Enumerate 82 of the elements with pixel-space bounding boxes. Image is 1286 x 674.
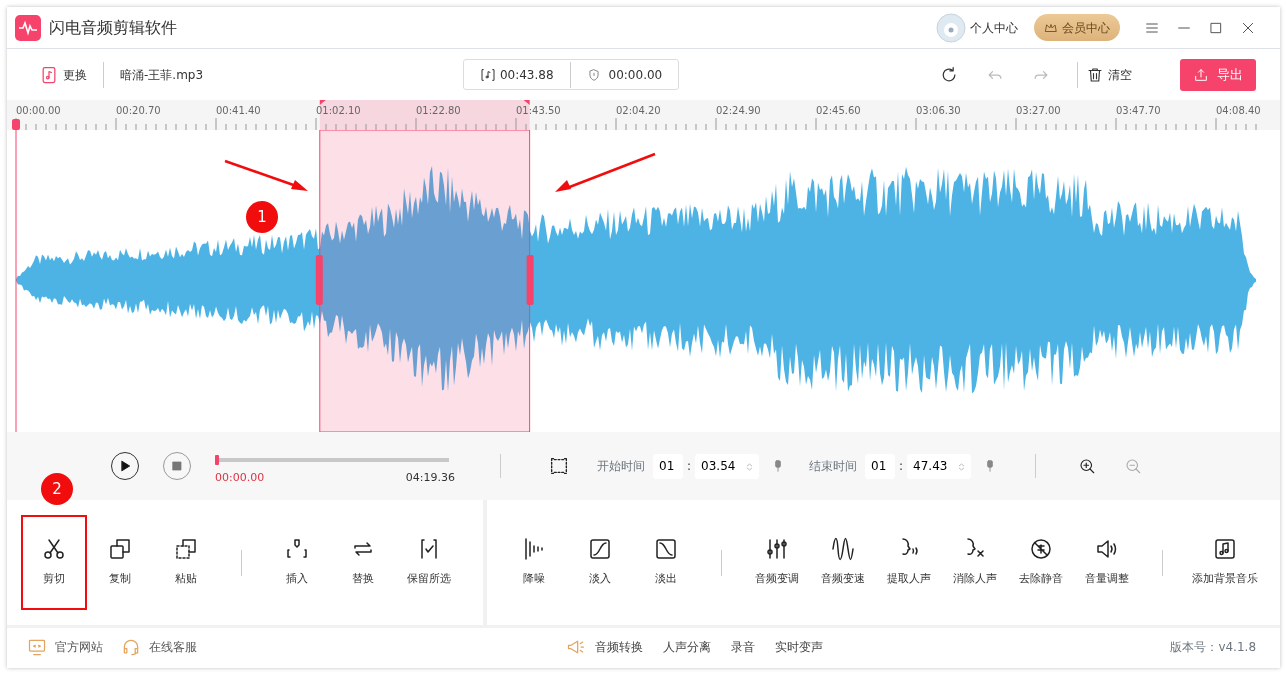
time-label: 03:27.00 <box>1016 105 1061 117</box>
tool-button[interactable]: 粘贴 <box>153 515 219 610</box>
tool-button[interactable]: 淡出 <box>633 515 699 610</box>
time-label: 02:45.60 <box>816 105 861 117</box>
export-button[interactable]: 导出 <box>1180 58 1256 91</box>
zoom-in-icon[interactable] <box>1078 457 1097 475</box>
scissors-icon <box>42 537 66 562</box>
cursor-time: 00:00.00 <box>608 66 663 84</box>
time-label: 04:08.40 <box>1216 105 1261 117</box>
tool-button[interactable]: 音频变速 <box>810 515 876 610</box>
start-time-seconds-field[interactable]: 03.54 <box>695 453 760 479</box>
start-time-label: 开始时间 <box>597 458 645 475</box>
window-title: 闪电音频剪辑软件 <box>49 16 177 39</box>
total-time: 04:19.36 <box>405 469 455 486</box>
time-label: 00:20.70 <box>116 105 161 117</box>
upload-icon <box>1193 66 1209 83</box>
tool-button[interactable]: 添加背景音乐 <box>1185 515 1265 610</box>
selection-length: 00:43.88 <box>499 66 554 84</box>
avatar-icon <box>936 12 966 43</box>
end-time-label: 结束时间 <box>809 458 858 475</box>
footer-link[interactable]: 实时变声 <box>774 637 823 656</box>
annotation-number: 1 <box>246 201 278 233</box>
selection-end-handle[interactable] <box>526 255 534 305</box>
footer-link[interactable]: 音频转换 <box>564 636 643 657</box>
version-label: 版本号：v4.1.8 <box>1170 638 1256 656</box>
time-label: 02:24.90 <box>716 105 761 117</box>
selection-end-marker[interactable] <box>523 100 530 105</box>
start-time-minutes-field[interactable]: 01 <box>653 453 683 479</box>
music-icon <box>1213 537 1237 562</box>
clear-button[interactable]: 清空 <box>1086 65 1132 84</box>
time-label: 00:00.00 <box>16 105 61 117</box>
tool-button[interactable]: 淡入 <box>567 515 633 610</box>
shield-icon <box>586 67 601 82</box>
current-time: 00:00.00 <box>215 469 265 486</box>
file-name: 暗涌-王菲.mp3 <box>120 66 204 84</box>
progress-track[interactable] <box>215 457 449 462</box>
end-time-minutes-field[interactable]: 01 <box>865 453 896 479</box>
footer-link[interactable]: 官方网站 <box>27 636 103 657</box>
fade-out-icon <box>654 537 678 562</box>
time-separator: : <box>899 458 904 475</box>
fade-in-icon <box>588 537 612 562</box>
time-label: 01:02.10 <box>316 105 361 117</box>
note-bracket-icon <box>479 66 496 83</box>
tool-button[interactable]: 剪切 <box>21 515 87 610</box>
app-logo-icon <box>15 14 41 41</box>
tool-button[interactable]: 提取人声 <box>876 515 942 610</box>
copy-icon <box>108 537 132 562</box>
selection-start-handle[interactable] <box>315 255 323 305</box>
wave-icon <box>831 537 855 562</box>
end-time-seconds-field[interactable]: 47.43 <box>907 453 972 479</box>
selection-start-marker[interactable] <box>319 100 326 105</box>
paste-icon <box>174 537 198 562</box>
tool-button[interactable]: 消除人声 <box>942 515 1008 610</box>
equalizer-icon <box>765 537 789 562</box>
time-label: 02:04.20 <box>616 105 661 117</box>
selection-region[interactable] <box>319 130 531 432</box>
tool-button[interactable]: 降噪 <box>501 515 567 610</box>
tool-button[interactable]: 替换 <box>330 515 396 610</box>
footer-link[interactable]: 在线客服 <box>121 636 197 657</box>
tool-button[interactable]: 插入 <box>264 515 330 610</box>
silence-icon <box>1029 537 1053 562</box>
tool-button[interactable]: 保留所选 <box>396 515 462 610</box>
time-label: 03:47.70 <box>1116 105 1161 117</box>
tool-button[interactable]: 复制 <box>87 515 153 610</box>
tool-button[interactable]: 音频变调 <box>744 515 810 610</box>
noise-reduction-icon <box>522 537 546 562</box>
playhead-marker[interactable] <box>12 119 20 130</box>
trash-icon <box>1086 65 1104 84</box>
tool-button[interactable]: 音量调整 <box>1074 515 1140 610</box>
time-separator: : <box>687 458 692 475</box>
vip-center-button[interactable]: 会员中心 <box>1034 14 1120 41</box>
stop-icon <box>171 460 183 472</box>
replace-button[interactable]: 更换 <box>31 64 87 85</box>
user-center-button[interactable]: 个人中心 <box>936 12 1018 43</box>
time-label: 00:41.40 <box>216 105 261 117</box>
play-icon <box>118 459 132 473</box>
time-label: 01:22.80 <box>416 105 461 117</box>
footer-link[interactable]: 录音 <box>730 637 755 656</box>
footer-link[interactable]: 人声分离 <box>662 637 711 656</box>
tool-button[interactable]: 去除静音 <box>1008 515 1074 610</box>
time-label: 01:43.50 <box>516 105 561 117</box>
time-label: 03:06.30 <box>916 105 961 117</box>
